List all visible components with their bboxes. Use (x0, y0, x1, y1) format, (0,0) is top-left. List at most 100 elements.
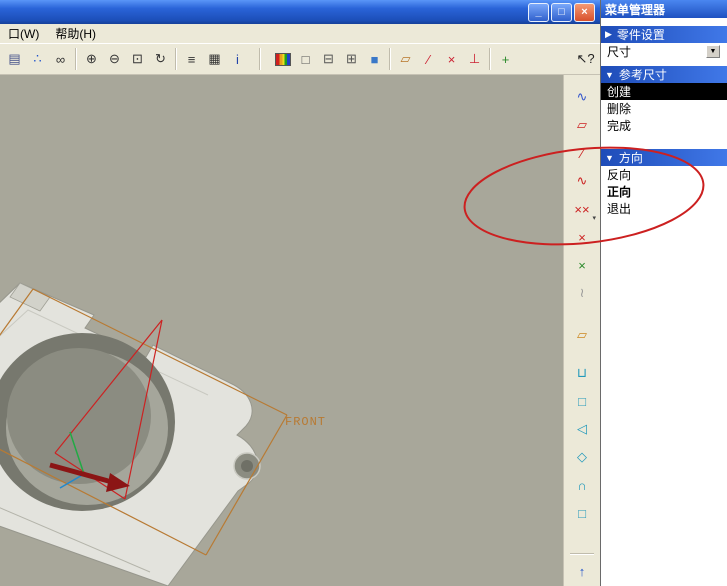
find-icon[interactable]: ∞ (49, 48, 72, 71)
extrude-icon[interactable]: ⊔ (570, 361, 594, 385)
main-window: _ □ × 口(W) 帮助(H) ▤ ∴ ∞ ⊕ ⊖ ⊡ ↻ ≡ ▦ i □ ⊟… (0, 0, 600, 586)
menu-item-dimension[interactable]: 尺寸 ▼ (601, 43, 727, 60)
rib-glyph: □ (578, 505, 586, 521)
datum-curve-glyph: ∿ (576, 89, 588, 104)
menu-item-forward[interactable]: 正向 (601, 183, 727, 200)
menu-header-part-setup[interactable]: ▶ 零件设置 (601, 26, 727, 43)
sketch-rect-glyph: ▱ (577, 117, 587, 132)
model-tree-icon[interactable]: ∴ (26, 48, 49, 71)
sweep-icon[interactable]: ◁ (570, 417, 594, 441)
blend-glyph: ◇ (577, 449, 587, 464)
menu-window[interactable]: 口(W) (8, 25, 39, 42)
menu-item-quit[interactable]: 退出 (601, 200, 727, 217)
feature-toolbar: ∿ ▱ ∕ ∿ ×× ▾ × × ≀ ▱ ⊔ □ ◁ ◇ ∩ □ ↑ (563, 75, 600, 586)
context-help-icon[interactable]: ↖? (574, 48, 597, 71)
rib-icon[interactable]: □ (570, 501, 594, 525)
wireframe-display-icon[interactable]: □ (294, 48, 317, 71)
print-icon[interactable]: ▤ (3, 48, 26, 71)
sketch-rect-icon[interactable]: ▱ (570, 113, 594, 137)
sweep-glyph: ◁ (577, 421, 587, 436)
csys-glyph: ⊥ (468, 51, 481, 66)
view-manager-icon[interactable]: ▦ (203, 48, 226, 71)
menu-header-ref-dimension-label: 参考尺寸 (618, 68, 667, 82)
no-hidden-display-icon[interactable]: ⊞ (340, 48, 363, 71)
hidden-line-glyph: ⊟ (323, 51, 334, 66)
reorient-icon[interactable]: ↻ (149, 48, 172, 71)
main-toolbar: ▤ ∴ ∞ ⊕ ⊖ ⊡ ↻ ≡ ▦ i □ ⊟ ⊞ ■ ▱ ∕ × ⊥ + ↖? (0, 43, 600, 75)
expanded-arrow-icon: ▼ (605, 69, 614, 80)
datum-curve-icon[interactable]: ∿ (570, 85, 594, 109)
datum-axis-toggle-icon[interactable]: ∕ (417, 48, 440, 71)
menu-item-reverse[interactable]: 反向 (601, 166, 727, 183)
no-hidden-glyph: ⊞ (346, 51, 357, 66)
chevron-down-icon[interactable]: ▾ (592, 214, 596, 222)
view-manager-glyph: ▦ (208, 51, 221, 66)
surface-glyph: ▱ (577, 327, 587, 342)
zoom-in-icon[interactable]: ⊕ (80, 48, 103, 71)
scroll-up-glyph: ↑ (578, 563, 586, 579)
zoom-out-glyph: ⊖ (109, 51, 120, 66)
zoom-in-glyph: ⊕ (86, 51, 97, 66)
info-icon[interactable]: i (226, 48, 249, 71)
refit-icon[interactable]: ⊡ (126, 48, 149, 71)
sketch-spline-icon[interactable]: ∿ (570, 169, 594, 193)
menubar: 口(W) 帮助(H) (0, 24, 600, 43)
color-palette-icon[interactable] (271, 48, 294, 71)
scroll-up-icon[interactable]: ↑ (570, 559, 594, 583)
wireframe-glyph: □ (301, 51, 310, 67)
model-canvas[interactable]: FRONT (0, 75, 563, 586)
toolbar-separator (75, 48, 77, 70)
csys-toggle-icon[interactable]: ⊥ (463, 48, 486, 71)
menu-manager-panel: 菜单管理器 ▶ 零件设置 尺寸 ▼ ▼ 参考尺寸 创建 删除 完成 ▼ 方向 反… (600, 0, 727, 586)
blend-icon[interactable]: ◇ (570, 445, 594, 469)
lobe-hole-inner (241, 460, 253, 472)
menu-item-create[interactable]: 创建 (601, 83, 727, 100)
datum-plane-toggle-icon[interactable]: ▱ (394, 48, 417, 71)
spin-center-glyph: + (501, 51, 510, 67)
main-titlebar[interactable]: _ □ × (0, 0, 600, 24)
workarea: FRONT ∿ ▱ ∕ ∿ ×× ▾ × × ≀ ▱ ⊔ □ ◁ ◇ ∩ □ ↑ (0, 75, 600, 586)
sketch-point-glyph: ×× (574, 201, 590, 217)
toolbar-separator (175, 48, 177, 70)
spin-center-toggle-icon[interactable]: + (494, 48, 517, 71)
toolbar-separator (489, 48, 491, 70)
hidden-line-display-icon[interactable]: ⊟ (317, 48, 340, 71)
info-glyph: i (236, 51, 239, 67)
datum-axis-icon[interactable]: ≀ (570, 281, 594, 305)
zoom-out-icon[interactable]: ⊖ (103, 48, 126, 71)
datum-axis-glyph: ∕ (427, 51, 430, 67)
datum-axis-glyph: ≀ (579, 285, 585, 300)
close-button[interactable]: × (574, 2, 595, 22)
expanded-arrow-icon: ▼ (605, 152, 614, 163)
menu-item-delete[interactable]: 删除 (601, 100, 727, 117)
sketch-line-icon[interactable]: ∕ (570, 141, 594, 165)
restore-button[interactable]: □ (551, 2, 572, 22)
datum-csys-glyph: × (578, 229, 586, 245)
menu-header-direction[interactable]: ▼ 方向 (601, 149, 727, 166)
sketch-line-glyph: ∕ (580, 145, 584, 161)
datum-point-icon[interactable]: × (570, 253, 594, 277)
datum-point-glyph: × (447, 51, 456, 67)
menu-header-ref-dimension[interactable]: ▼ 参考尺寸 (601, 66, 727, 83)
menu-item-done[interactable]: 完成 (601, 117, 727, 134)
revolve-glyph: □ (578, 393, 586, 409)
layer-icon[interactable]: ≡ (180, 48, 203, 71)
sketch-point-icon[interactable]: ×× ▾ (570, 197, 596, 223)
round-icon[interactable]: ∩ (570, 473, 594, 497)
datum-point-glyph: × (578, 257, 586, 273)
shaded-display-icon[interactable]: ■ (363, 48, 386, 71)
menu-help[interactable]: 帮助(H) (55, 25, 96, 42)
model-tree-glyph: ∴ (33, 51, 42, 66)
dropdown-icon[interactable]: ▼ (706, 45, 720, 58)
layer-glyph: ≡ (187, 51, 196, 67)
minimize-button[interactable]: _ (528, 2, 549, 22)
reorient-glyph: ↻ (155, 51, 166, 66)
sketch-spline-glyph: ∿ (576, 173, 588, 188)
datum-plane-glyph: ▱ (400, 51, 411, 66)
datum-csys-icon[interactable]: × (570, 225, 594, 249)
menu-manager-titlebar[interactable]: 菜单管理器 (601, 0, 727, 18)
revolve-icon[interactable]: □ (570, 389, 594, 413)
surface-icon[interactable]: ▱ (570, 323, 594, 347)
datum-point-toggle-icon[interactable]: × (440, 48, 463, 71)
